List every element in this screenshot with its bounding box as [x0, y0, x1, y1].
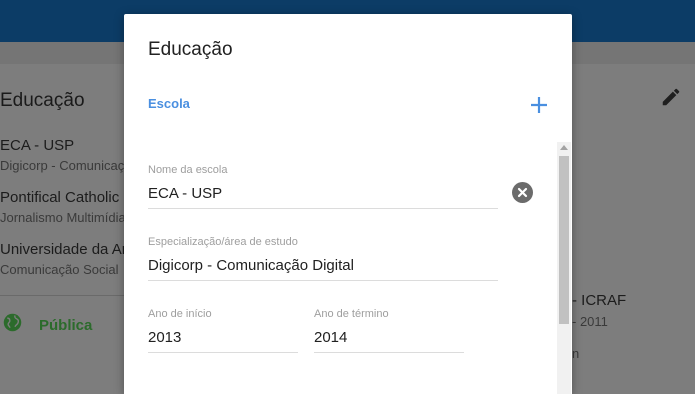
education-dialog: Educação Escola Nome da escola ECA - USP…: [124, 14, 572, 394]
visibility-indicator[interactable]: Pública: [2, 312, 92, 338]
start-year-label: Ano de início: [148, 308, 212, 320]
end-year-label: Ano de término: [314, 308, 389, 320]
study-area-field[interactable]: Especialização/área de estudo Digicorp -…: [148, 236, 498, 281]
scroll-up-icon[interactable]: [560, 145, 568, 150]
education-section-title: Educação: [0, 90, 85, 111]
globe-icon: [2, 312, 23, 338]
end-year-field[interactable]: Ano de término 2014: [314, 308, 464, 353]
education-item-subtitle: Jornalismo Multimídia: [0, 210, 126, 225]
plus-icon: [531, 97, 547, 113]
dialog-scroll-area[interactable]: Nome da escola ECA - USP Especialização/…: [124, 142, 572, 394]
visibility-label: Pública: [39, 316, 93, 334]
experience-item-extra: n: [572, 346, 580, 361]
experience-item-title[interactable]: - ICRAF: [572, 292, 626, 309]
start-year-input[interactable]: 2013: [148, 329, 298, 353]
school-name-input[interactable]: ECA - USP: [148, 185, 498, 209]
scrollbar-thumb[interactable]: [559, 156, 569, 324]
pencil-icon[interactable]: [660, 86, 682, 113]
divider: [0, 295, 124, 296]
start-year-field[interactable]: Ano de início 2013: [148, 308, 298, 353]
experience-item-subtitle: - 2011: [572, 314, 608, 329]
scrollbar[interactable]: [557, 142, 571, 394]
education-item-subtitle: Comunicação Social: [0, 262, 119, 277]
end-year-input[interactable]: 2014: [314, 329, 464, 353]
add-school-button[interactable]: [528, 94, 550, 116]
dialog-title: Educação: [148, 39, 233, 60]
school-name-label: Nome da escola: [148, 164, 228, 176]
close-icon: [517, 187, 528, 198]
study-area-label: Especialização/área de estudo: [148, 236, 298, 248]
tab-school[interactable]: Escola: [148, 96, 190, 111]
study-area-input[interactable]: Digicorp - Comunicação Digital: [148, 257, 498, 281]
clear-school-button[interactable]: [512, 182, 533, 203]
school-name-field[interactable]: Nome da escola ECA - USP: [148, 164, 498, 209]
education-item-title[interactable]: ECA - USP: [0, 137, 74, 154]
